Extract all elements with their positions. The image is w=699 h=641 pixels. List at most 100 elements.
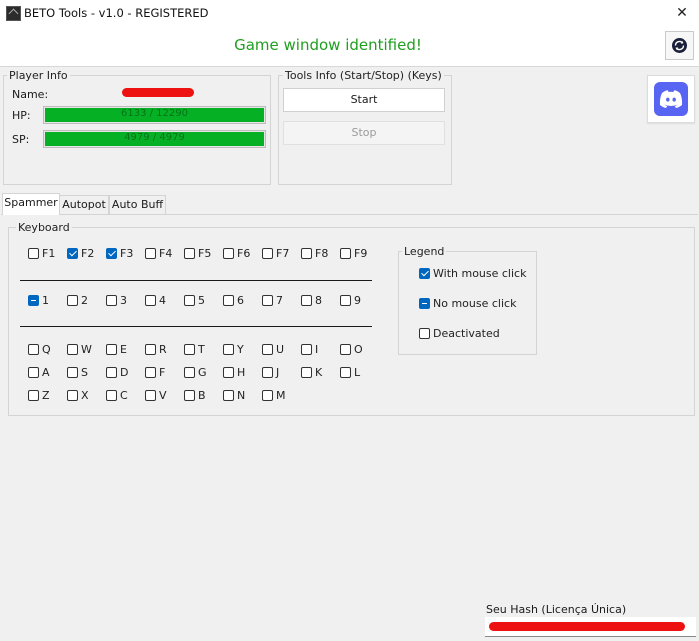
checkbox[interactable] (301, 247, 312, 259)
checkbox[interactable] (223, 343, 234, 355)
checkbox[interactable] (106, 366, 117, 378)
checkbox[interactable] (223, 366, 234, 378)
checkbox[interactable] (184, 343, 195, 355)
checkbox[interactable] (145, 294, 156, 306)
checkbox[interactable] (262, 389, 273, 401)
key-k-checkbox[interactable]: K (301, 364, 322, 380)
key-2-checkbox[interactable]: 2 (67, 292, 88, 308)
checkbox[interactable] (262, 366, 273, 378)
key-l-checkbox[interactable]: L (340, 364, 360, 380)
checkbox[interactable] (340, 343, 351, 355)
legend-item-with-mouse-click[interactable]: With mouse click (419, 265, 526, 281)
checkbox[interactable] (28, 294, 39, 306)
checkbox[interactable] (419, 297, 430, 309)
key-f4-checkbox[interactable]: F4 (145, 245, 172, 261)
key-o-checkbox[interactable]: O (340, 341, 363, 357)
checkbox[interactable] (301, 343, 312, 355)
key-6-checkbox[interactable]: 6 (223, 292, 244, 308)
key-u-checkbox[interactable]: U (262, 341, 284, 357)
key-i-checkbox[interactable]: I (301, 341, 318, 357)
key-y-checkbox[interactable]: Y (223, 341, 244, 357)
key-w-checkbox[interactable]: W (67, 341, 92, 357)
start-button[interactable]: Start (283, 88, 445, 112)
checkbox[interactable] (301, 366, 312, 378)
close-button[interactable]: ✕ (670, 3, 694, 23)
key-f6-checkbox[interactable]: F6 (223, 245, 250, 261)
key-9-checkbox[interactable]: 9 (340, 292, 361, 308)
checkbox[interactable] (67, 343, 78, 355)
key-n-checkbox[interactable]: N (223, 387, 245, 403)
checkbox[interactable] (28, 343, 39, 355)
legend-item-deactivated[interactable]: Deactivated (419, 325, 500, 341)
checkbox[interactable] (67, 366, 78, 378)
checkbox[interactable] (28, 247, 39, 259)
checkbox[interactable] (419, 327, 430, 339)
key-f1-checkbox[interactable]: F1 (28, 245, 55, 261)
checkbox[interactable] (340, 366, 351, 378)
checkbox[interactable] (223, 294, 234, 306)
checkbox[interactable] (28, 366, 39, 378)
key-b-checkbox[interactable]: B (184, 387, 206, 403)
checkbox[interactable] (106, 247, 117, 259)
checkbox[interactable] (184, 247, 195, 259)
key-z-checkbox[interactable]: Z (28, 387, 50, 403)
refresh-button[interactable] (665, 31, 694, 60)
key-m-checkbox[interactable]: M (262, 387, 286, 403)
checkbox[interactable] (184, 389, 195, 401)
key-4-checkbox[interactable]: 4 (145, 292, 166, 308)
tab-spammer[interactable]: Spammer (2, 193, 60, 215)
key-f-checkbox[interactable]: F (145, 364, 165, 380)
checkbox[interactable] (340, 247, 351, 259)
checkbox[interactable] (262, 343, 273, 355)
checkbox[interactable] (106, 389, 117, 401)
checkbox[interactable] (145, 389, 156, 401)
key-h-checkbox[interactable]: H (223, 364, 245, 380)
key-f5-checkbox[interactable]: F5 (184, 245, 211, 261)
checkbox[interactable] (67, 389, 78, 401)
checkbox[interactable] (145, 343, 156, 355)
key-c-checkbox[interactable]: C (106, 387, 128, 403)
key-q-checkbox[interactable]: Q (28, 341, 51, 357)
key-r-checkbox[interactable]: R (145, 341, 167, 357)
key-j-checkbox[interactable]: J (262, 364, 279, 380)
legend-item-no-mouse-click[interactable]: No mouse click (419, 295, 516, 311)
key-1-checkbox[interactable]: 1 (28, 292, 49, 308)
stop-button[interactable]: Stop (283, 121, 445, 145)
checkbox[interactable] (184, 366, 195, 378)
key-f2-checkbox[interactable]: F2 (67, 245, 94, 261)
key-f8-checkbox[interactable]: F8 (301, 245, 328, 261)
discord-button[interactable] (647, 75, 695, 123)
key-8-checkbox[interactable]: 8 (301, 292, 322, 308)
key-f3-checkbox[interactable]: F3 (106, 245, 133, 261)
checkbox[interactable] (106, 294, 117, 306)
tab-autopot[interactable]: Autopot (59, 195, 109, 214)
key-e-checkbox[interactable]: E (106, 341, 127, 357)
checkbox[interactable] (262, 247, 273, 259)
key-s-checkbox[interactable]: S (67, 364, 88, 380)
key-5-checkbox[interactable]: 5 (184, 292, 205, 308)
checkbox[interactable] (67, 294, 78, 306)
key-x-checkbox[interactable]: X (67, 387, 89, 403)
checkbox[interactable] (145, 247, 156, 259)
key-f7-checkbox[interactable]: F7 (262, 245, 289, 261)
key-g-checkbox[interactable]: G (184, 364, 207, 380)
checkbox[interactable] (28, 389, 39, 401)
key-3-checkbox[interactable]: 3 (106, 292, 127, 308)
checkbox[interactable] (145, 366, 156, 378)
key-a-checkbox[interactable]: A (28, 364, 50, 380)
license-hash-field[interactable] (485, 617, 696, 637)
key-d-checkbox[interactable]: D (106, 364, 128, 380)
checkbox[interactable] (262, 294, 273, 306)
checkbox[interactable] (106, 343, 117, 355)
key-7-checkbox[interactable]: 7 (262, 292, 283, 308)
checkbox[interactable] (67, 247, 78, 259)
checkbox[interactable] (184, 294, 195, 306)
checkbox[interactable] (223, 247, 234, 259)
checkbox[interactable] (340, 294, 351, 306)
key-f9-checkbox[interactable]: F9 (340, 245, 367, 261)
tab-auto-buff[interactable]: Auto Buff (109, 195, 166, 214)
checkbox[interactable] (223, 389, 234, 401)
checkbox[interactable] (419, 267, 430, 279)
key-v-checkbox[interactable]: V (145, 387, 167, 403)
checkbox[interactable] (301, 294, 312, 306)
